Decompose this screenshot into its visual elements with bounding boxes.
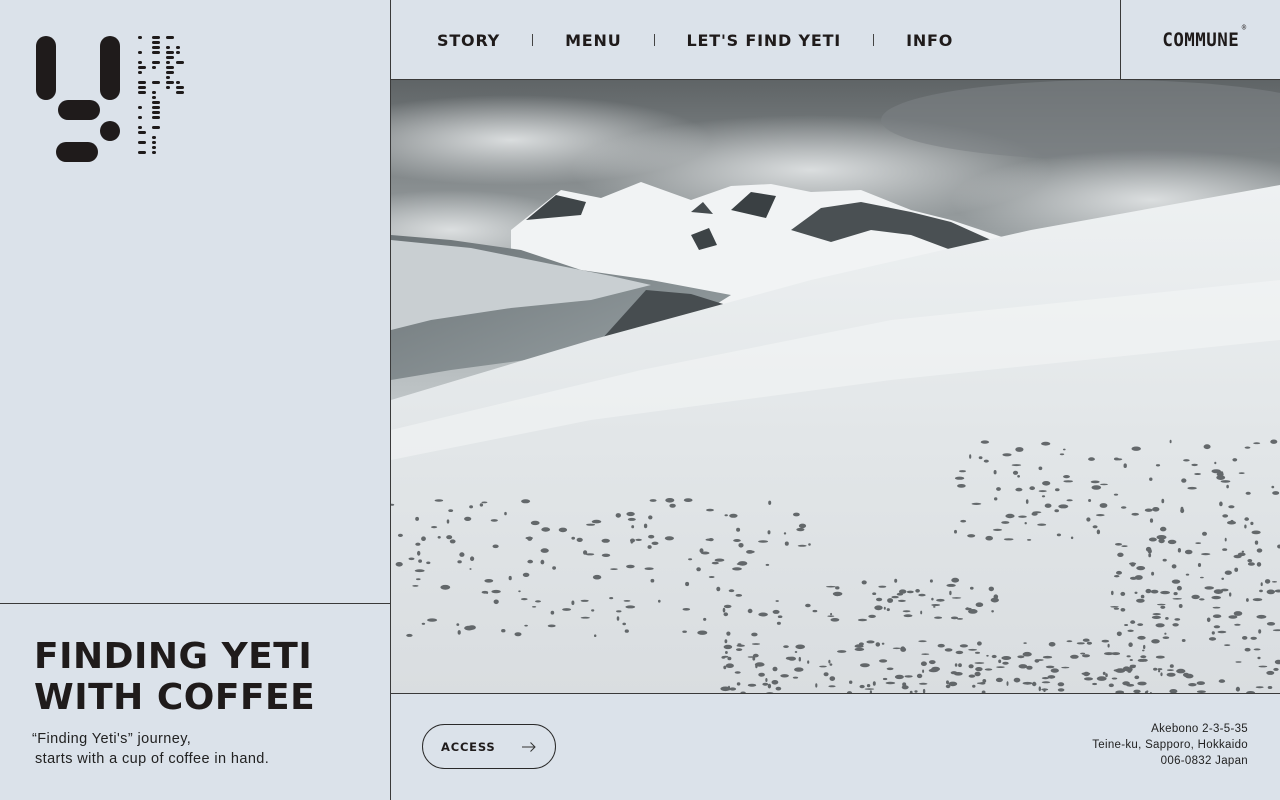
- address-line-1: Akebono 2-3-5-35: [1151, 723, 1248, 735]
- arrow-right-icon: [522, 742, 536, 752]
- address-line-2: Teine-ku, Sapporo, Hokkaido: [1092, 739, 1248, 751]
- headline-line-1: FINDING YETI: [34, 636, 313, 677]
- bottom-bar: ACCESS Akebono 2-3-5-35 Teine-ku, Sappor…: [391, 694, 1280, 800]
- brand-logo-commune[interactable]: COMMUNE ®: [1162, 23, 1246, 51]
- nav-divider: [873, 34, 875, 46]
- tagline-line-2: starts with a cup of coffee in hand.: [35, 751, 270, 767]
- access-label: ACCESS: [441, 739, 496, 754]
- headline-line-2: WITH COFFEE: [34, 677, 316, 718]
- hero-image: [391, 80, 1280, 694]
- tagline: “Finding Yeti's” journey, starts with a …: [32, 729, 269, 769]
- nav-divider: [653, 34, 655, 46]
- nav-item-menu[interactable]: MENU: [565, 31, 621, 50]
- registered-mark: ®: [1241, 22, 1247, 32]
- nav-divider: [532, 34, 534, 46]
- brand-box: COMMUNE ®: [1120, 0, 1280, 79]
- top-bar: STORY MENU LET'S FIND YETI INFO COMMUNE ®: [391, 0, 1280, 80]
- store-address: Akebono 2-3-5-35 Teine-ku, Sapporo, Hokk…: [1092, 721, 1248, 769]
- site-logo[interactable]: [34, 34, 184, 166]
- brand-name: COMMUNE: [1162, 28, 1239, 51]
- nav-item-lets-find-yeti[interactable]: LET'S FIND YETI: [687, 31, 842, 50]
- page: FINDING YETI WITH COFFEE “Finding Yeti's…: [0, 0, 1280, 800]
- access-button[interactable]: ACCESS: [422, 724, 556, 769]
- left-panel: FINDING YETI WITH COFFEE “Finding Yeti's…: [0, 0, 391, 800]
- nav-item-story[interactable]: STORY: [437, 31, 500, 50]
- yeti-y-logo-icon: [36, 36, 184, 162]
- address-line-3: 006-0832 Japan: [1160, 755, 1248, 767]
- headline: FINDING YETI WITH COFFEE: [34, 636, 315, 718]
- tagline-line-1: “Finding Yeti's” journey,: [32, 731, 192, 747]
- snowy-mountain-landscape-image: [391, 80, 1280, 693]
- main-nav: STORY MENU LET'S FIND YETI INFO: [437, 0, 953, 80]
- nav-item-info[interactable]: INFO: [906, 31, 953, 50]
- hero-text-block: FINDING YETI WITH COFFEE “Finding Yeti's…: [0, 603, 390, 800]
